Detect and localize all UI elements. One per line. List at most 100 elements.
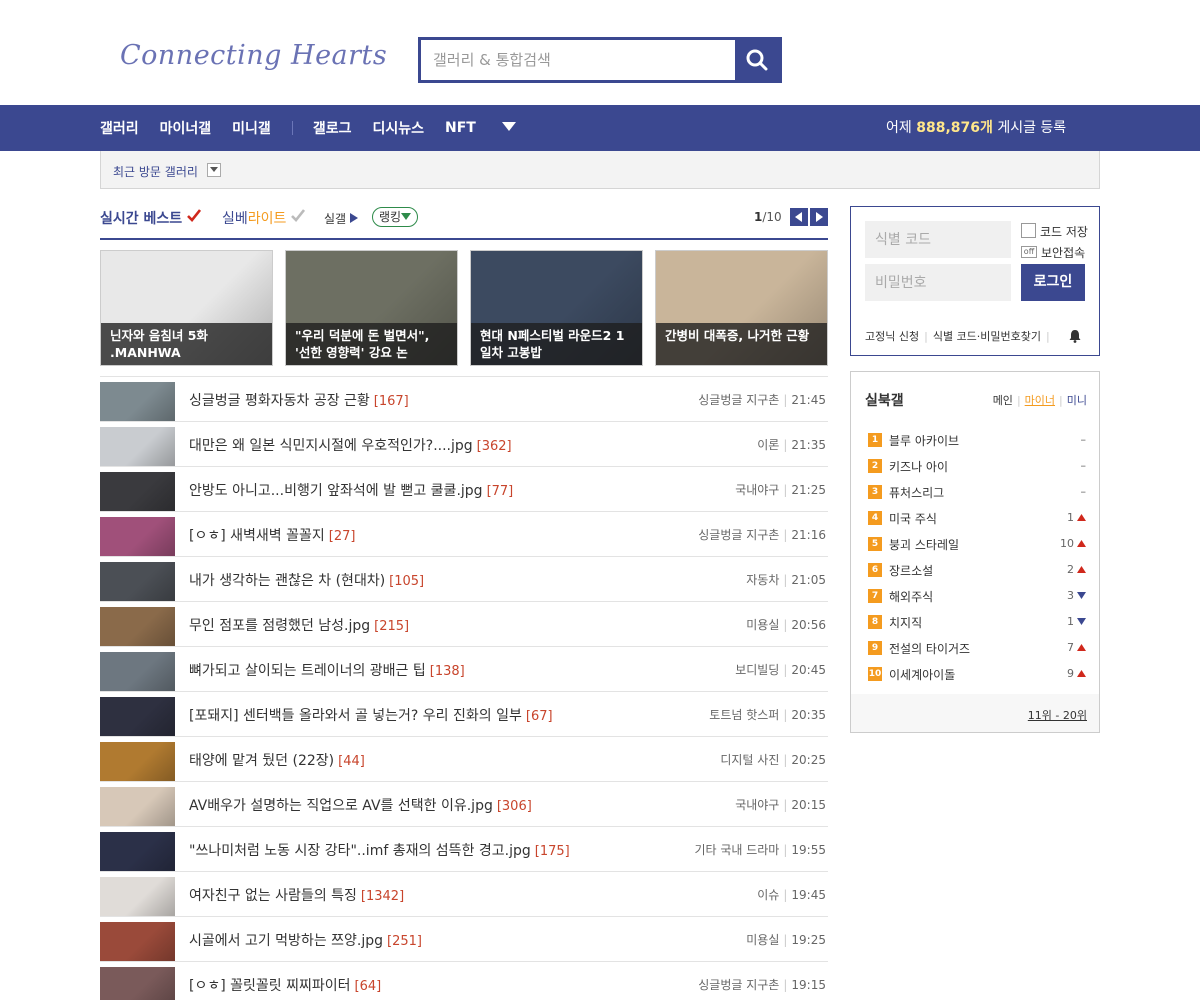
list-item[interactable]: 대만은 왜 일본 식민지시절에 우호적인가?....jpg [362] 이론 | 21:…	[100, 422, 828, 467]
post-title[interactable]: 시골에서 고기 먹방하는 쯔양.jpg [251]	[189, 930, 422, 950]
post-title[interactable]: 무인 점포를 점령했던 남성.jpg [215]	[189, 615, 409, 635]
ranking-button[interactable]: 랭킹	[372, 207, 419, 227]
post-title[interactable]: 내가 생각하는 괜찮은 차 (현대차) [105]	[189, 570, 424, 590]
secure-toggle[interactable]: off	[1021, 246, 1037, 258]
list-item[interactable]: [ㅇㅎ] 새벽새벽 꼴꼴지 [27] 싱글벙글 지구촌 | 21:16	[100, 512, 828, 557]
nav-item-gallog[interactable]: 갤로그	[313, 118, 352, 138]
post-title[interactable]: "쓰나미처럼 노동 시장 강타"..imf 총재의 섬뜩한 경고.jpg [175…	[189, 840, 570, 860]
post-title[interactable]: 싱글벙글 평화자동차 공장 근황 [167]	[189, 390, 409, 410]
nav-item-nft[interactable]: NFT	[445, 120, 476, 136]
nav-item-gallery[interactable]: 갤러리	[100, 118, 139, 138]
list-item[interactable]: 태양에 맡겨 뒀던 (22장) [44] 디지털 사진 | 20:25	[100, 737, 828, 782]
post-meta: 미용실 | 20:56	[746, 616, 826, 633]
ranking-item[interactable]: 2 키즈나 아이 –	[868, 458, 1086, 484]
gallery-name: 미용실	[746, 933, 780, 947]
rank-change-value: 1	[1067, 511, 1074, 524]
list-item[interactable]: 시골에서 고기 먹방하는 쯔양.jpg [251] 미용실 | 19:25	[100, 917, 828, 962]
list-item[interactable]: [포돼지] 센터백들 올라와서 골 넣는거? 우리 진화의 일부 [67] 토트넘 …	[100, 692, 828, 737]
post-title[interactable]: 태양에 맡겨 뒀던 (22장) [44]	[189, 750, 365, 770]
list-item[interactable]: 내가 생각하는 괜찮은 차 (현대차) [105] 자동차 | 21:05	[100, 557, 828, 602]
find-account-link[interactable]: 식별 코드·비밀번호찾기	[933, 330, 1041, 343]
login-button[interactable]: 로그인	[1021, 264, 1085, 301]
rank-gallery-name[interactable]: 붕괴 스타레일	[889, 536, 959, 553]
ranking-next-page-link[interactable]: 11위 - 20위	[1028, 707, 1087, 723]
rank-gallery-name[interactable]: 전설의 타이거즈	[889, 640, 970, 657]
thumb-caption: 간병비 대폭증, 나거한 근황	[656, 323, 827, 365]
signup-link[interactable]: 고정닉 신청	[865, 330, 919, 343]
bell-icon[interactable]	[1068, 329, 1082, 347]
ranking-item[interactable]: 8 치지직 1	[868, 614, 1086, 640]
list-item[interactable]: 여자친구 없는 사람들의 특징 [1342] 이슈 | 19:45	[100, 872, 828, 917]
login-links: 고정닉 신청 | 식별 코드·비밀번호찾기 |	[865, 328, 1055, 344]
rank-gallery-name[interactable]: 키즈나 아이	[889, 458, 948, 475]
thumb-card[interactable]: 닌자와 음침녀 5화 .MANHWA	[100, 250, 273, 366]
ranking-item[interactable]: 10 이세계아이돌 9	[868, 666, 1086, 692]
recent-gallery-label[interactable]: 최근 방문 갤러리	[113, 163, 198, 180]
list-item[interactable]: AV배우가 설명하는 직업으로 AV를 선택한 이유.jpg [306] 국내야구 |…	[100, 782, 828, 827]
id-code-input[interactable]	[865, 221, 1011, 258]
list-item[interactable]: "쓰나미처럼 노동 시장 강타"..imf 총재의 섬뜩한 경고.jpg [175…	[100, 827, 828, 872]
main-nav: 갤러리 마이너갤 미니갤 갤로그 디시뉴스 NFT 어제 888,876개 게시…	[0, 105, 1200, 151]
post-time: 21:45	[791, 393, 826, 407]
search-input[interactable]	[421, 40, 735, 80]
next-page-button[interactable]	[810, 208, 828, 226]
post-title[interactable]: 여자친구 없는 사람들의 특징 [1342]	[189, 885, 404, 905]
tab-silbe-lite[interactable]: 실베라이트	[222, 208, 305, 228]
ranking-tab-main[interactable]: 메인	[993, 394, 1013, 407]
ranking-item[interactable]: 7 해외주식 3	[868, 588, 1086, 614]
post-title-text: 대만은 왜 일본 식민지시절에 우호적인가?....jpg	[189, 438, 473, 454]
post-title[interactable]: [ㅇㅎ] 꼴릿꼴릿 찌찌파이터 [64]	[189, 975, 381, 995]
list-item[interactable]: 싱글벙글 평화자동차 공장 근황 [167] 싱글벙글 지구촌 | 21:45	[100, 377, 828, 422]
rank-gallery-name[interactable]: 블루 아카이브	[889, 432, 959, 449]
rank-number: 10	[868, 667, 882, 681]
post-title[interactable]: 대만은 왜 일본 식민지시절에 우호적인가?....jpg [362]	[189, 435, 512, 455]
rank-gallery-name[interactable]: 해외주식	[889, 588, 933, 605]
link-divider: |	[1046, 330, 1050, 343]
list-item[interactable]: 뼈가되고 살이되는 트레이너의 광배근 팁 [138] 보디빌딩 | 20:45	[100, 647, 828, 692]
post-time: 20:56	[791, 618, 826, 632]
ranking-item[interactable]: 3 퓨처스리그 –	[868, 484, 1086, 510]
thumb-caption: "우리 덕분에 돈 벌면서", '선한 영향력' 강요 논	[286, 323, 457, 365]
post-title[interactable]: [포돼지] 센터백들 올라와서 골 넣는거? 우리 진화의 일부 [67]	[189, 705, 553, 725]
ranking-item[interactable]: 9 전설의 타이거즈 7	[868, 640, 1086, 666]
rank-gallery-name[interactable]: 미국 주식	[889, 510, 937, 527]
prev-page-button[interactable]	[790, 208, 808, 226]
ranking-item[interactable]: 1 블루 아카이브 –	[868, 432, 1086, 458]
ranking-item[interactable]: 6 장르소설 2	[868, 562, 1086, 588]
nav-item-minor[interactable]: 마이너갤	[160, 118, 212, 138]
rank-gallery-name[interactable]: 장르소설	[889, 562, 933, 579]
nav-more-icon[interactable]	[501, 120, 517, 136]
search-button[interactable]	[735, 40, 779, 80]
rank-down-icon	[1077, 618, 1086, 625]
tab-realtime-best[interactable]: 실시간 베스트	[100, 208, 202, 228]
recent-toggle-button[interactable]	[207, 163, 221, 177]
ranking-tab-minor[interactable]: 마이너	[1025, 394, 1055, 407]
nav-item-dcnews[interactable]: 디시뉴스	[372, 118, 424, 138]
post-title[interactable]: AV배우가 설명하는 직업으로 AV를 선택한 이유.jpg [306]	[189, 795, 532, 815]
thumb-card[interactable]: 현대 N페스티벌 라운드2 1일차 고봉밥	[470, 250, 643, 366]
password-input[interactable]	[865, 264, 1011, 301]
post-time: 19:15	[791, 978, 826, 992]
save-code-checkbox[interactable]	[1021, 223, 1036, 238]
post-title[interactable]: [ㅇㅎ] 새벽새벽 꼴꼴지 [27]	[189, 525, 355, 545]
gallery-ranking-panel: 실북갤 메인 | 마이너 | 미니 1 블루 아카이브 –2 키즈나 아이 –3 퓨처스리그 –4 미…	[850, 371, 1100, 733]
ranking-item[interactable]: 5 붕괴 스타레일 10	[868, 536, 1086, 562]
post-title[interactable]: 뼈가되고 살이되는 트레이너의 광배근 팁 [138]	[189, 660, 465, 680]
thumb-card[interactable]: "우리 덕분에 돈 벌면서", '선한 영향력' 강요 논	[285, 250, 458, 366]
post-title[interactable]: 안방도 아니고...비행기 앞좌석에 발 뻗고 쿨쿨.jpg [77]	[189, 480, 513, 500]
ranking-tab-mini[interactable]: 미니	[1067, 394, 1087, 407]
list-item[interactable]: 무인 점포를 점령했던 남성.jpg [215] 미용실 | 20:56	[100, 602, 828, 647]
list-item[interactable]: 안방도 아니고...비행기 앞좌석에 발 뻗고 쿨쿨.jpg [77] 국내야구 | 2…	[100, 467, 828, 512]
rank-gallery-name[interactable]: 퓨처스리그	[889, 484, 944, 501]
rank-gallery-name[interactable]: 이세계아이돌	[889, 666, 955, 683]
thumb-card[interactable]: 간병비 대폭증, 나거한 근황	[655, 250, 828, 366]
tab-silgal[interactable]: 실갤	[324, 210, 358, 227]
list-item[interactable]: [ㅇㅎ] 꼴릿꼴릿 찌찌파이터 [64] 싱글벙글 지구촌 | 19:15	[100, 962, 828, 1000]
nav-item-mini[interactable]: 미니갤	[232, 118, 271, 138]
gallery-name: 이슈	[757, 888, 780, 902]
rank-gallery-name[interactable]: 치지직	[889, 614, 922, 631]
comment-count: [167]	[373, 394, 409, 409]
ranking-item[interactable]: 4 미국 주식 1	[868, 510, 1086, 536]
site-logo[interactable]: Connecting Hearts	[120, 40, 387, 71]
post-title-text: "쓰나미처럼 노동 시장 강타"..imf 총재의 섬뜩한 경고.jpg	[189, 843, 531, 859]
